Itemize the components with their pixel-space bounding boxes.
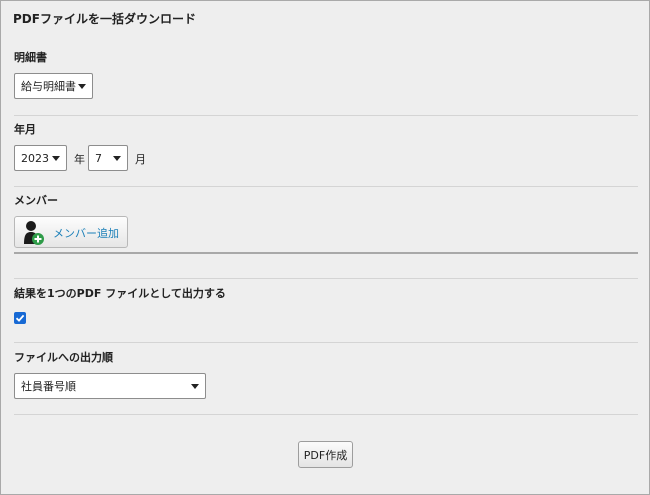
member-list-divider (14, 252, 638, 254)
month-select-value: 7 (95, 151, 102, 165)
check-icon (15, 314, 25, 322)
output-order-select[interactable]: 社員番号順 (14, 373, 206, 399)
chevron-down-icon (191, 384, 199, 389)
members-label: メンバー (14, 194, 58, 207)
single-pdf-label: 結果を1つのPDF ファイルとして出力する (14, 287, 226, 300)
add-member-button-label: メンバー追加 (53, 227, 119, 240)
chevron-down-icon (78, 84, 86, 89)
year-select-value: 2023 (21, 151, 49, 165)
single-pdf-checkbox[interactable] (14, 312, 26, 324)
create-pdf-button[interactable]: PDF作成 (298, 441, 353, 468)
year-unit: 年 (74, 153, 85, 166)
add-member-button[interactable]: メンバー追加 (14, 216, 128, 248)
period-label: 年月 (14, 123, 36, 136)
statement-select-value: 給与明細書 (21, 80, 76, 93)
divider (14, 115, 638, 116)
statement-select[interactable]: 給与明細書 (14, 73, 93, 99)
divider (14, 186, 638, 187)
bulk-download-panel: PDFファイルを一括ダウンロード 明細書 給与明細書 年月 2023 年 7 月… (0, 0, 650, 495)
output-order-label: ファイルへの出力順 (14, 351, 113, 364)
output-order-select-value: 社員番号順 (21, 380, 76, 393)
month-unit: 月 (135, 153, 146, 166)
add-person-icon (24, 221, 44, 245)
year-select[interactable]: 2023 (14, 145, 67, 171)
divider (14, 342, 638, 343)
chevron-down-icon (52, 156, 60, 161)
statement-label: 明細書 (14, 51, 47, 64)
chevron-down-icon (113, 156, 121, 161)
divider (14, 278, 638, 279)
divider (14, 414, 638, 415)
page-title: PDFファイルを一括ダウンロード (13, 12, 196, 26)
month-select[interactable]: 7 (88, 145, 128, 171)
